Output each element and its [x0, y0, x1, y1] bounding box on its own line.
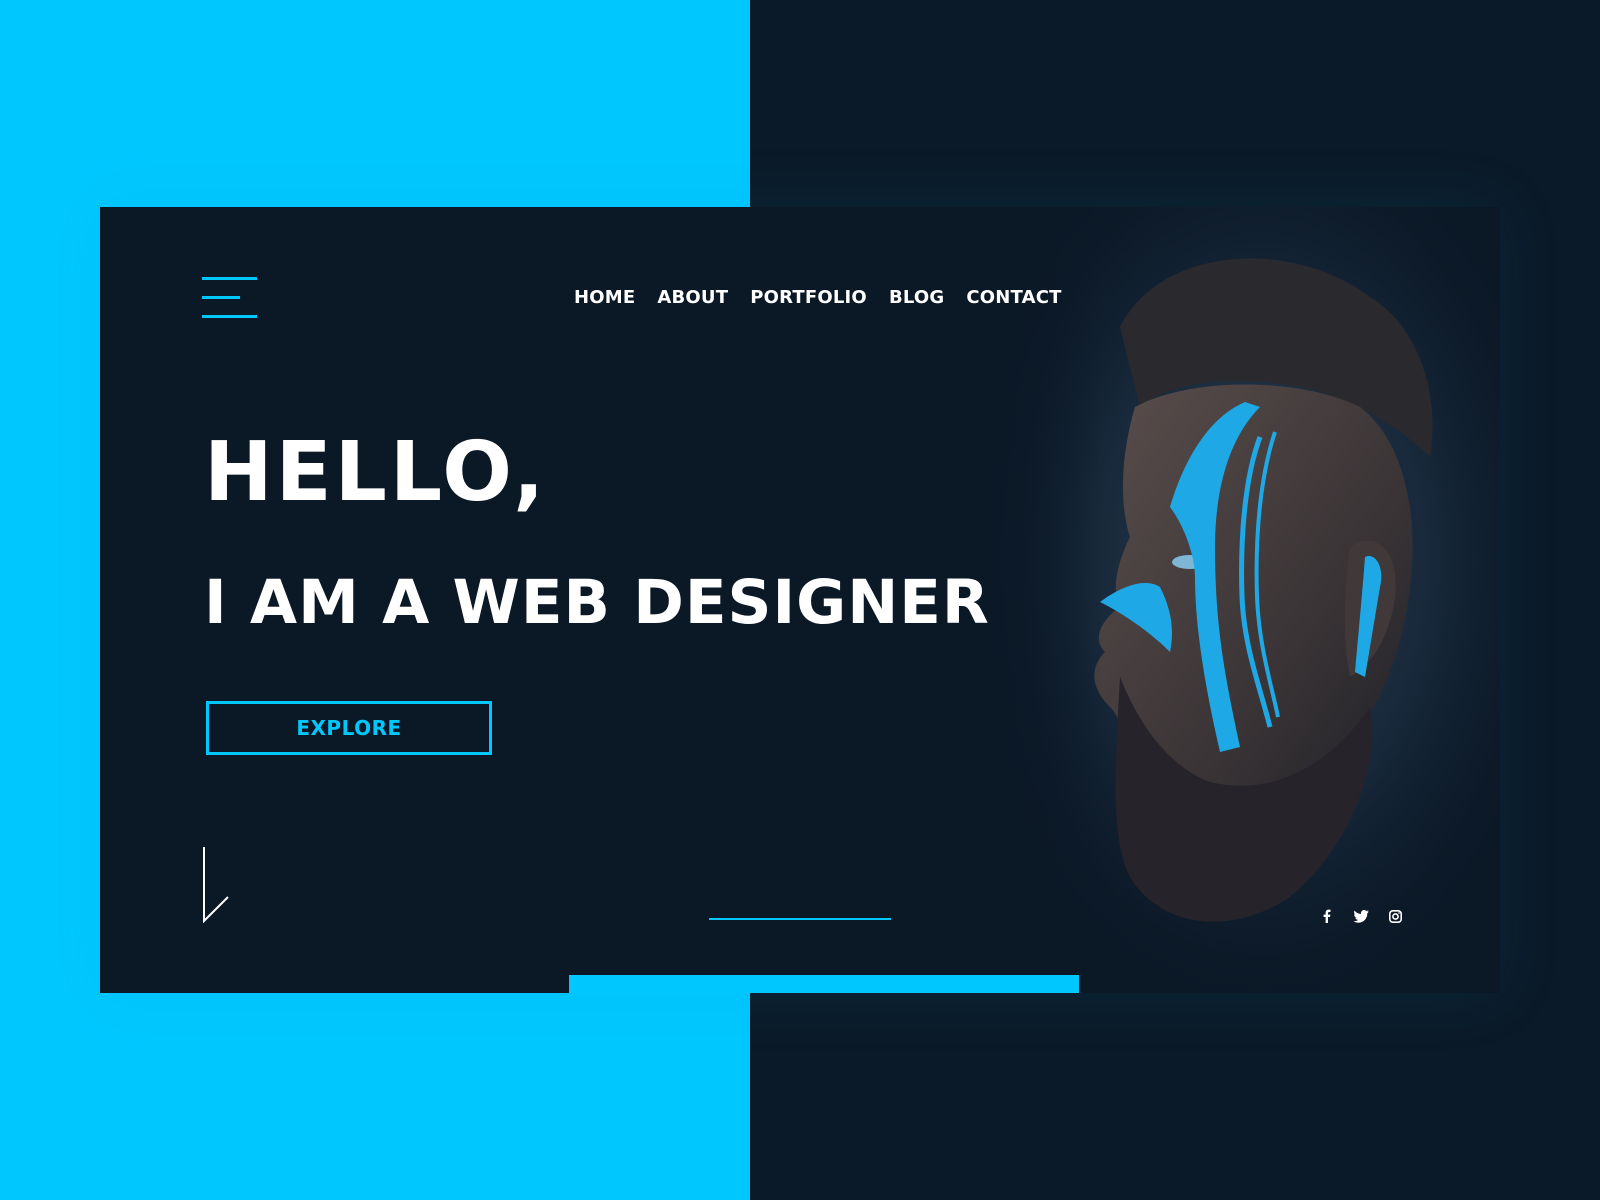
main-nav: HOME ABOUT PORTFOLIO BLOG CONTACT [574, 287, 1062, 308]
social-links [1318, 907, 1404, 925]
nav-item-about[interactable]: ABOUT [657, 287, 728, 308]
facebook-icon[interactable] [1318, 907, 1336, 925]
nav-item-contact[interactable]: CONTACT [966, 287, 1061, 308]
hero-greeting: HELLO, [204, 425, 548, 520]
hamburger-menu-icon[interactable] [202, 277, 258, 319]
scroll-down-arrow-icon[interactable] [202, 847, 232, 923]
hero-subline-group: I AM A WEB DESIGNER [204, 567, 1079, 993]
nav-item-blog[interactable]: BLOG [889, 287, 944, 308]
explore-button[interactable]: EXPLORE [206, 701, 492, 755]
portrait-image [970, 207, 1500, 993]
twitter-icon[interactable] [1352, 907, 1370, 925]
slide-progress-line [709, 918, 891, 920]
nav-item-portfolio[interactable]: PORTFOLIO [750, 287, 867, 308]
instagram-icon[interactable] [1386, 907, 1404, 925]
nav-item-home[interactable]: HOME [574, 287, 635, 308]
hero-subline: I AM A WEB DESIGNER [204, 567, 990, 638]
subline-highlight-bar [569, 975, 1079, 993]
hero-card: HOME ABOUT PORTFOLIO BLOG CONTACT HELLO,… [100, 207, 1500, 993]
